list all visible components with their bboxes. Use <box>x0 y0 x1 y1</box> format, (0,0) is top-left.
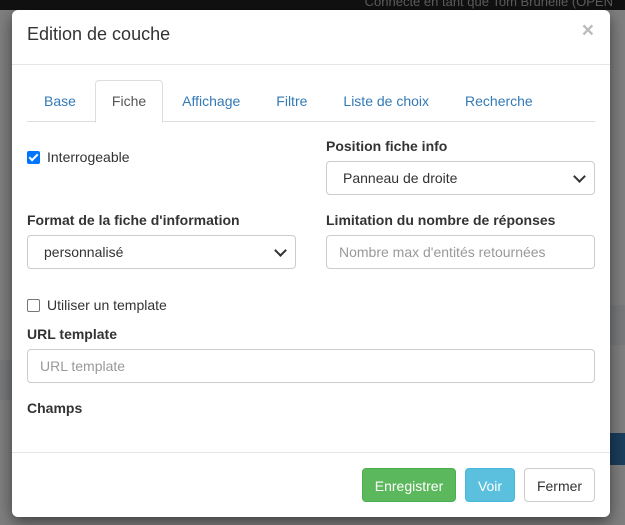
tab-bar: Base Fiche Affichage Filtre Liste de cho… <box>27 80 595 123</box>
use-template-label: Utiliser un template <box>47 297 167 313</box>
view-button[interactable]: Voir <box>465 468 515 502</box>
max-results-input[interactable]: Nombre max d'entités retournées <box>326 235 595 269</box>
tab-liste-de-choix[interactable]: Liste de choix <box>326 80 446 122</box>
queryable-label: Interrogeable <box>47 149 130 165</box>
tab-affichage[interactable]: Affichage <box>165 80 257 122</box>
info-format-select[interactable]: personnalisé <box>27 235 296 269</box>
use-template-checkbox[interactable] <box>27 298 40 312</box>
url-template-input[interactable]: URL template <box>27 349 595 383</box>
fields-label: Champs <box>27 400 83 416</box>
close-icon[interactable]: × <box>582 20 594 41</box>
url-template-label: URL template <box>27 326 117 342</box>
chevron-down-icon <box>274 244 287 257</box>
info-format-label: Format de la fiche d'information <box>27 212 240 228</box>
chevron-down-icon <box>573 170 586 183</box>
save-button[interactable]: Enregistrer <box>362 468 456 502</box>
tab-fiche[interactable]: Fiche <box>94 80 164 123</box>
tab-base[interactable]: Base <box>27 80 93 122</box>
use-template-row: Utiliser un template <box>27 297 167 313</box>
queryable-checkbox[interactable] <box>27 150 40 164</box>
layer-edit-modal: Edition de couche × Base Fiche Affichage… <box>12 10 610 517</box>
modal-title: Edition de couche <box>27 24 171 44</box>
queryable-row: Interrogeable <box>27 149 130 165</box>
modal-header: Edition de couche × <box>12 10 610 65</box>
tab-recherche[interactable]: Recherche <box>448 80 550 122</box>
info-position-value: Panneau de droite <box>343 170 458 186</box>
modal-footer: Enregistrer Voir Fermer <box>12 452 610 517</box>
info-position-label: Position fiche info <box>326 138 448 154</box>
tab-filtre[interactable]: Filtre <box>259 80 324 122</box>
close-button[interactable]: Fermer <box>524 468 595 502</box>
info-format-value: personnalisé <box>44 244 124 260</box>
info-position-select[interactable]: Panneau de droite <box>326 161 595 195</box>
max-results-label: Limitation du nombre de réponses <box>326 212 556 228</box>
